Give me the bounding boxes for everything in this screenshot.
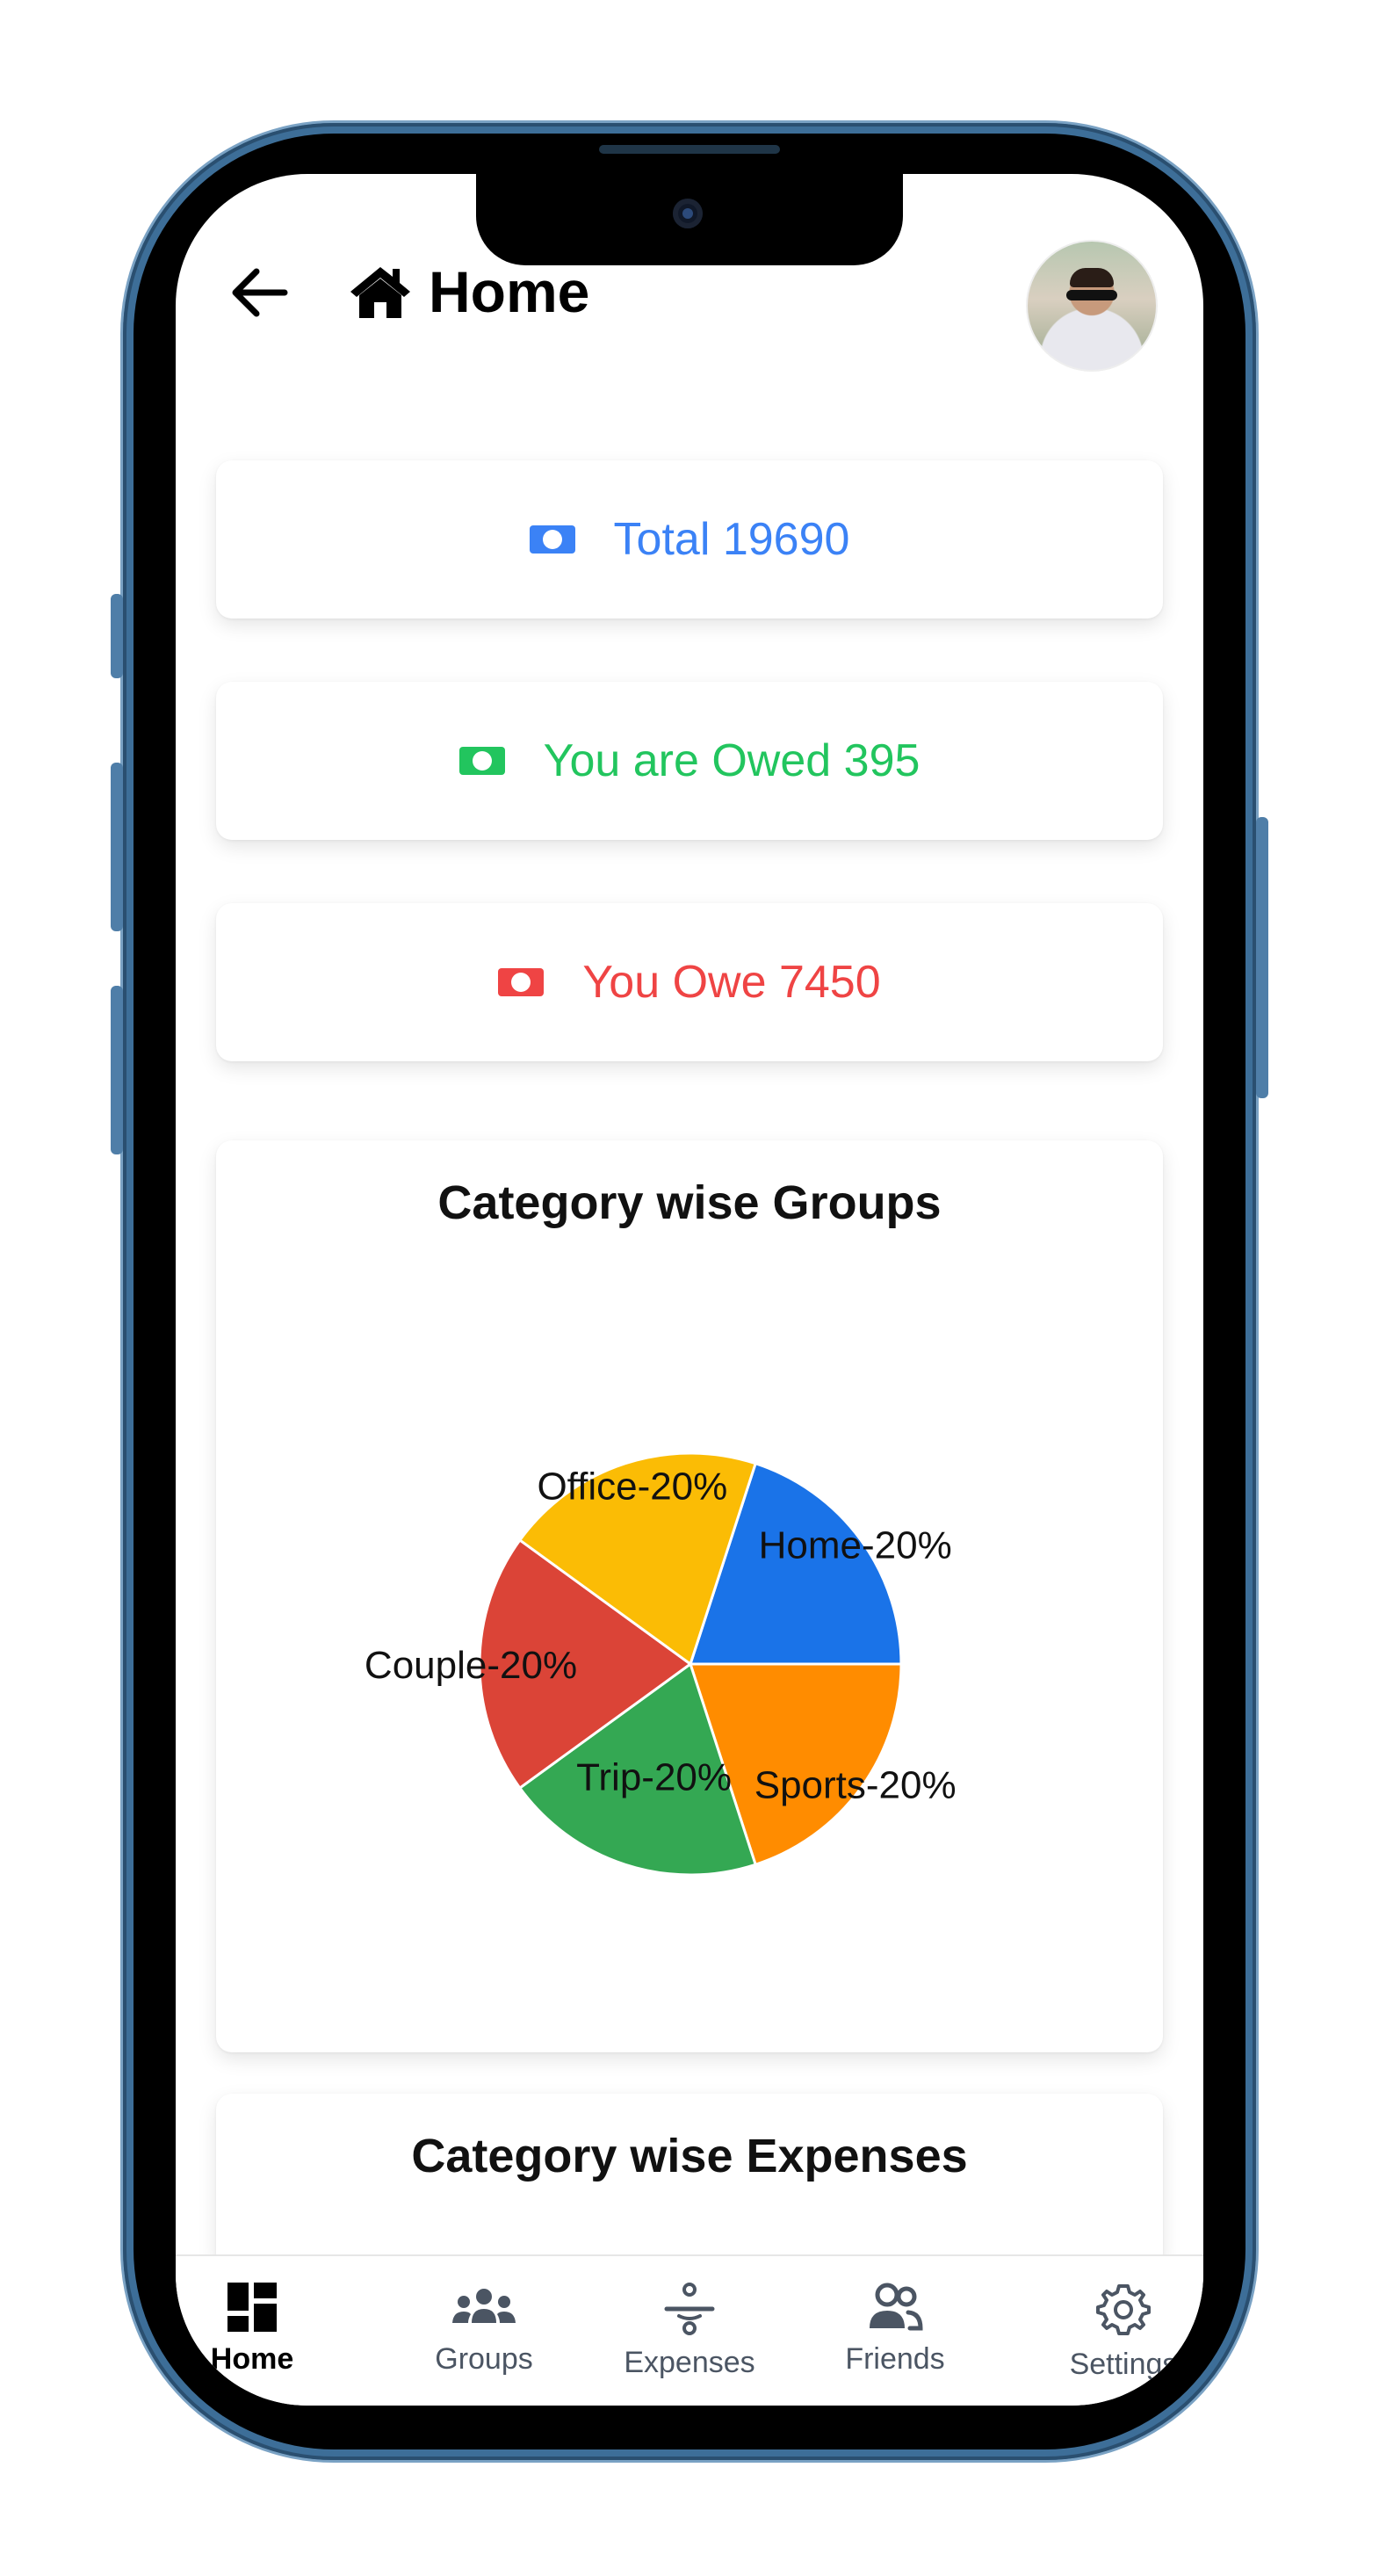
users-group-icon [452, 2289, 516, 2323]
pie-label-trip: Trip-20% [576, 1755, 732, 1798]
friends-icon [870, 2283, 923, 2331]
phone-speaker [599, 145, 780, 154]
pie-label-sports: Sports-20% [754, 1763, 957, 1806]
total-label: Total 19690 [613, 514, 850, 565]
bottom-navigation: Home Groups Expenses Friends Settings [176, 2254, 1203, 2406]
pie-label-home: Home-20% [759, 1524, 952, 1567]
money-bill-icon [458, 747, 505, 775]
money-bill-icon [529, 525, 575, 554]
phone-power-button [1256, 817, 1268, 1098]
page-title-group: Home [348, 258, 589, 325]
owed-card[interactable]: You are Owed 395 [216, 682, 1163, 840]
top-app-bar: Home [176, 174, 1203, 402]
avatar-hair [1070, 268, 1114, 287]
nav-home-label: Home [210, 2342, 294, 2376]
phone-side-button [111, 594, 123, 678]
pie-label-office: Office-20% [537, 1465, 727, 1508]
nav-settings[interactable]: Settings [1021, 2256, 1203, 2406]
page-title: Home [429, 259, 590, 324]
phone-volume-up-button [111, 763, 123, 931]
back-button[interactable] [220, 253, 299, 332]
nav-settings-label: Settings [1069, 2348, 1178, 2381]
expenses-chart-card: Category wise Expenses [216, 2094, 1163, 2269]
nav-groups[interactable]: Groups [381, 2256, 587, 2406]
user-avatar[interactable] [1026, 240, 1158, 372]
avatar-glasses [1066, 290, 1117, 300]
dashboard-icon [227, 2283, 277, 2332]
money-bill-icon [498, 968, 545, 996]
groups-chart-card: Category wise Groups Home-20% Sports-20% T… [216, 1140, 1163, 2052]
owed-label: You are Owed 395 [543, 735, 921, 786]
pie-label-couple: Couple-20% [365, 1644, 577, 1687]
nav-home[interactable]: Home [176, 2256, 355, 2406]
arrow-left-icon [232, 268, 288, 317]
nav-expenses-label: Expenses [624, 2346, 755, 2379]
gear-icon [1096, 2284, 1151, 2335]
expenses-chart-title: Category wise Expenses [411, 2130, 968, 2182]
nav-expenses[interactable]: Expenses [587, 2256, 792, 2406]
groups-pie-chart: Home-20% Sports-20% Trip-20% Couple-20% Offi… [365, 1451, 957, 1877]
owe-card[interactable]: You Owe 7450 [216, 903, 1163, 1061]
app-screen: Home Total 19690 You are Owed 395 You Ow… [176, 174, 1203, 2406]
divide-icon [664, 2283, 715, 2335]
owe-label: You Owe 7450 [582, 957, 881, 1008]
nav-friends-label: Friends [845, 2342, 945, 2376]
total-card[interactable]: Total 19690 [216, 460, 1163, 619]
nav-friends[interactable]: Friends [792, 2256, 998, 2406]
house-icon [350, 267, 410, 318]
nav-groups-label: Groups [435, 2342, 533, 2376]
phone-volume-down-button [111, 986, 123, 1154]
